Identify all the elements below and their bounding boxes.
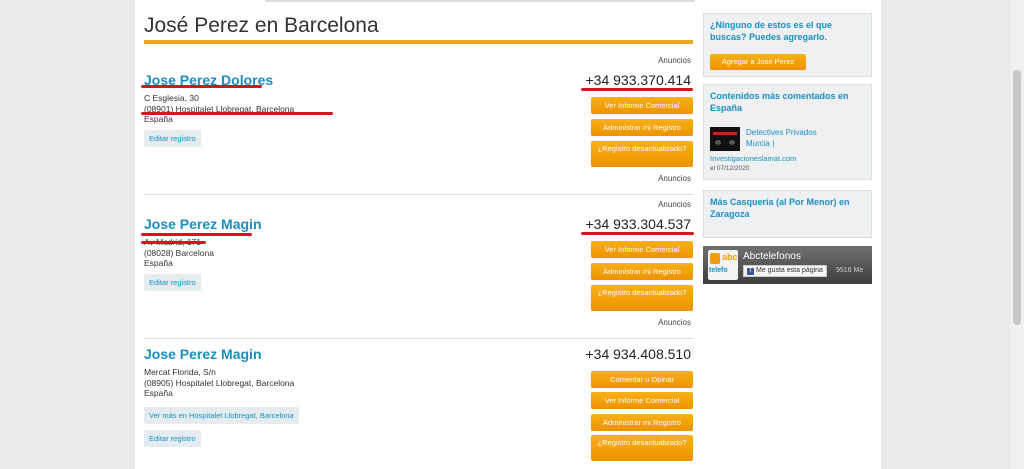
main-content: José Perez en Barcelona Anuncios Jose Pe… bbox=[141, 0, 694, 469]
listing-name-link[interactable]: Jose Perez Magin bbox=[144, 346, 262, 362]
listing-phone: +34 934.408.510 bbox=[585, 346, 692, 362]
listing-phone: +34 933.304.537 bbox=[585, 216, 692, 232]
see-more-location-button[interactable]: Ver más en Hospitalet Llobregat, Barcelo… bbox=[144, 407, 299, 424]
category-box: Más Casquería (al Por Menor) en Zaragoza bbox=[703, 190, 872, 238]
facebook-icon: f bbox=[747, 268, 754, 275]
add-listing-title: ¿Ninguno de estos es el que buscas? Pued… bbox=[710, 20, 833, 42]
facebook-like-count: 9516 Me bbox=[836, 267, 864, 274]
outdated-registry-button[interactable]: ¿Registro desactualizado? bbox=[591, 141, 693, 167]
thumbnail-figure bbox=[715, 140, 721, 145]
most-commented-title: Contenidos más comentados en España bbox=[710, 91, 849, 113]
address-line: C Esglesia, 30 bbox=[144, 93, 199, 103]
title-accent-bar bbox=[144, 40, 693, 44]
listing-separator bbox=[144, 338, 693, 339]
manage-registry-button[interactable]: Administrar mi Registro bbox=[591, 119, 693, 136]
comment-button[interactable]: Comentar u Opinar bbox=[591, 371, 693, 388]
logo-text: telefo bbox=[709, 267, 728, 274]
logo-square-icon bbox=[710, 253, 720, 264]
abctelefonos-logo: abc telefo bbox=[708, 250, 738, 280]
view-commercial-report-button[interactable]: Ver Informe Comercial bbox=[591, 392, 693, 409]
edit-registry-button[interactable]: Editar registro bbox=[144, 130, 201, 147]
facebook-page-name[interactable]: Abctelefonos bbox=[743, 251, 801, 262]
commented-item-site-link[interactable]: Investigacioneslamat.com bbox=[710, 154, 796, 163]
listing-address: C Esglesia, 30 (08901) Hospitalet Llobre… bbox=[144, 93, 294, 125]
detective-thumbnail-image[interactable] bbox=[710, 127, 740, 151]
ads-label: Anuncios bbox=[658, 318, 691, 327]
scrollbar[interactable] bbox=[1010, 0, 1024, 469]
address-line: Mercat Florida, S/n bbox=[144, 367, 216, 377]
address-line: (08905) Hospitalet Llobregat, Barcelona bbox=[144, 377, 295, 388]
scrollbar-thumb[interactable] bbox=[1013, 70, 1021, 325]
annotation-underline bbox=[581, 88, 693, 91]
commented-item-date: el 07/12/2020 bbox=[710, 165, 750, 172]
thumbnail-figure bbox=[729, 140, 735, 145]
address-line: España bbox=[144, 388, 173, 398]
annotation-underline bbox=[141, 112, 333, 115]
manage-registry-button[interactable]: Administrar mi Registro bbox=[591, 263, 693, 280]
facebook-like-label: Me gusta esta página bbox=[756, 267, 823, 274]
most-commented-box: Contenidos más comentados en España Dete… bbox=[703, 84, 872, 180]
thumbnail-banner bbox=[713, 132, 737, 135]
outdated-registry-button[interactable]: ¿Registro desactualizado? bbox=[591, 435, 693, 461]
annotation-underline bbox=[141, 233, 252, 236]
listing-address: Mercat Florida, S/n (08905) Hospitalet L… bbox=[144, 367, 294, 399]
ads-label: Anuncios bbox=[658, 56, 691, 65]
address-line: España bbox=[144, 258, 173, 268]
address-line: (08028) Barcelona bbox=[144, 247, 214, 258]
facebook-like-button[interactable]: f Me gusta esta página bbox=[743, 265, 827, 277]
page-title: José Perez en Barcelona bbox=[144, 14, 379, 37]
add-listing-button[interactable]: Agregar a Jose Perez bbox=[710, 54, 806, 70]
view-commercial-report-button[interactable]: Ver Informe Comercial bbox=[591, 97, 693, 114]
add-listing-box: ¿Ninguno de estos es el que buscas? Pued… bbox=[703, 13, 872, 77]
listing-phone: +34 933.370.414 bbox=[585, 72, 692, 88]
annotation-underline bbox=[141, 241, 206, 244]
logo-text: abc bbox=[722, 252, 738, 262]
facebook-widget: abc telefo Abctelefonos f Me gusta esta p… bbox=[703, 246, 872, 284]
listing-separator bbox=[144, 194, 693, 195]
address-line: España bbox=[144, 114, 173, 124]
manage-registry-button[interactable]: Administrar mi Registro bbox=[591, 414, 693, 431]
annotation-underline bbox=[141, 85, 262, 88]
outdated-registry-button[interactable]: ¿Registro desactualizado? bbox=[591, 285, 693, 311]
listing-name-link[interactable]: Jose Perez Magin bbox=[144, 216, 262, 232]
category-link[interactable]: Más Casquería (al Por Menor) en Zaragoza bbox=[710, 197, 865, 220]
annotation-underline bbox=[581, 232, 694, 235]
edit-registry-button[interactable]: Editar registro bbox=[144, 274, 201, 291]
ads-label: Anuncios bbox=[658, 174, 691, 183]
ads-label: Anuncios bbox=[658, 200, 691, 209]
view-commercial-report-button[interactable]: Ver Informe Comercial bbox=[591, 241, 693, 258]
commented-item-link[interactable]: Detectives Privados Murcia | bbox=[746, 127, 836, 149]
edit-registry-button[interactable]: Editar registro bbox=[144, 430, 201, 447]
